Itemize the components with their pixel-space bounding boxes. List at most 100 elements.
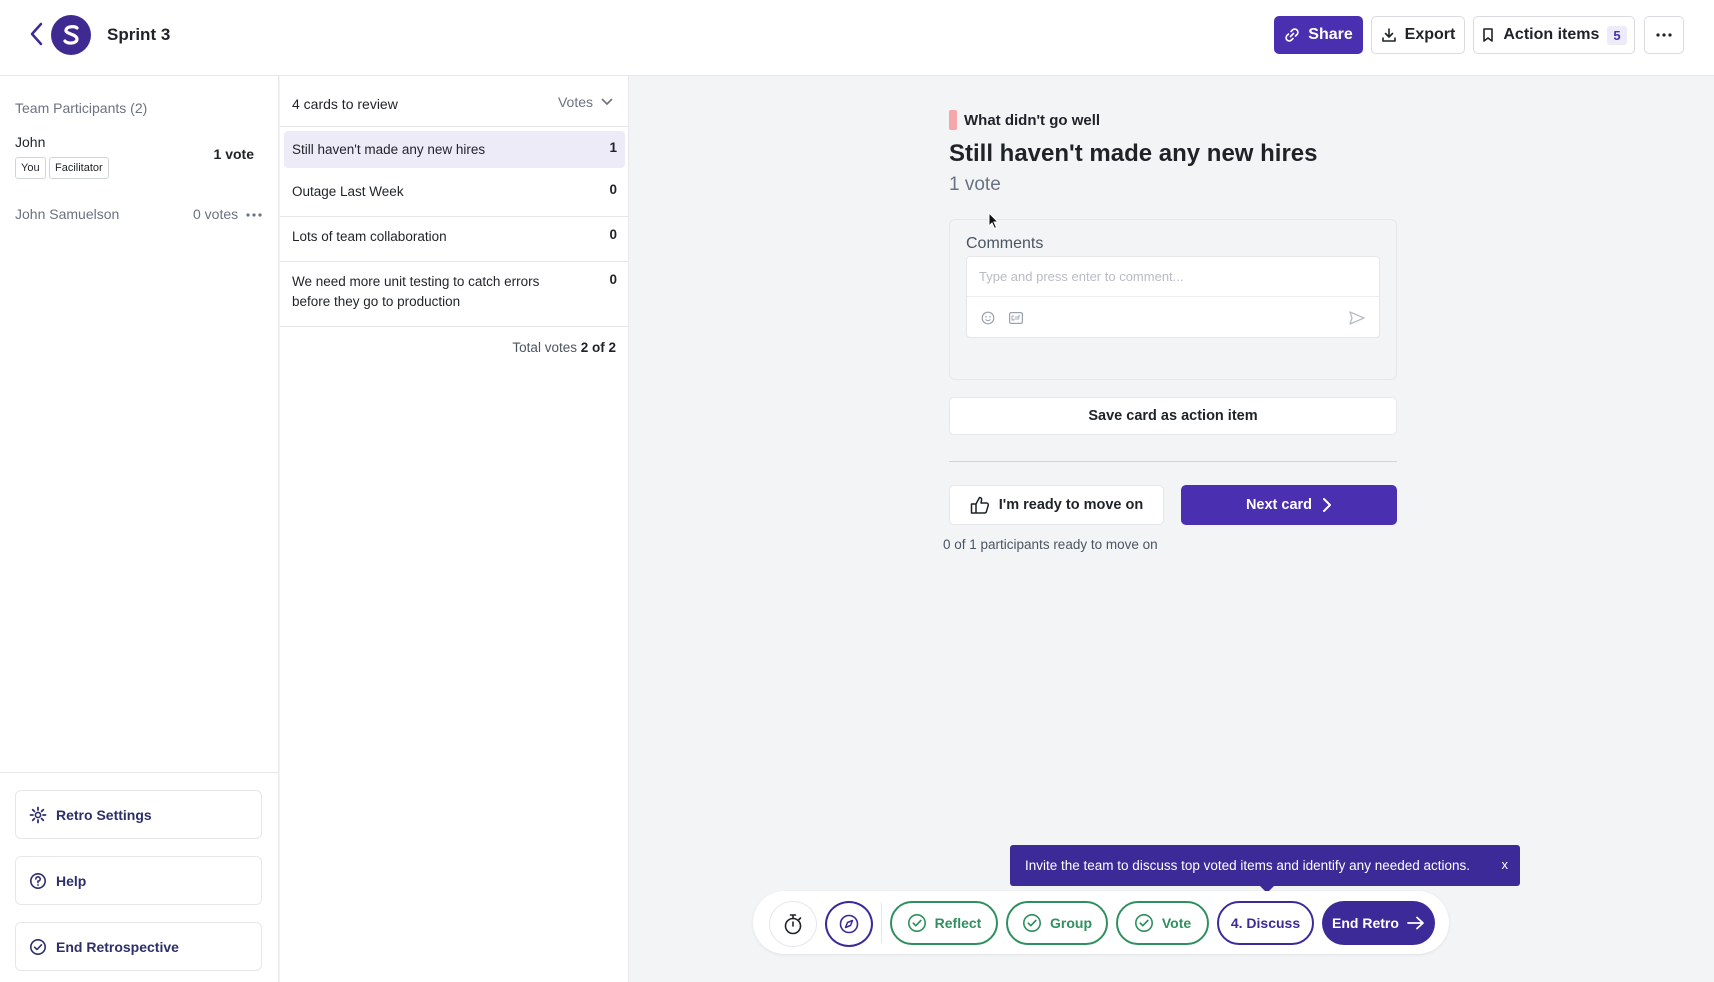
participants-panel: Team Participants (2) John You Facilitat… — [0, 76, 279, 982]
retro-title: Sprint 3 — [107, 25, 171, 44]
export-button[interactable]: Export — [1371, 16, 1465, 54]
link-icon — [1285, 28, 1299, 42]
card-column-label: What didn't go well — [949, 110, 1100, 130]
cards-review-panel: 4 cards to review Votes Still haven't ma… — [280, 76, 629, 982]
gif-icon[interactable] — [1009, 312, 1023, 324]
help-circle-icon — [30, 872, 46, 889]
action-items-label: Action items — [1503, 26, 1600, 43]
stage-separator — [881, 903, 882, 943]
card-list-item-title: Outage Last Week — [292, 184, 404, 199]
stopwatch-icon — [784, 914, 802, 935]
comment-composer — [966, 256, 1380, 338]
discuss-hint-tooltip: Invite the team to discuss top voted ite… — [1010, 845, 1520, 893]
ready-status-text: 0 of 1 participants ready to move on — [943, 537, 1158, 552]
retro-settings-button[interactable]: Retro Settings — [15, 790, 262, 839]
check-circle-icon — [1023, 914, 1041, 932]
top-header: Sprint 3 Share Export Action items 5 — [0, 0, 1714, 76]
stage-reflect-label: Reflect — [934, 915, 982, 931]
next-card-button[interactable]: Next card — [1181, 485, 1397, 525]
total-votes-label: Total votes — [512, 340, 577, 355]
end-retro-button[interactable]: End Retro — [1322, 901, 1435, 945]
total-votes-value: 2 of 2 — [580, 340, 616, 355]
stage-vote[interactable]: Vote — [1116, 901, 1209, 945]
sort-select[interactable]: Votes — [558, 94, 613, 110]
cards-count-title: 4 cards to review — [292, 96, 398, 112]
download-icon — [1381, 28, 1396, 42]
more-options-button[interactable] — [1644, 16, 1684, 54]
facilitation-guide-button[interactable] — [825, 901, 873, 947]
card-list-item-votes: 1 — [609, 140, 617, 155]
end-retro-label: End Retro — [1332, 915, 1399, 931]
facilitator-tag: Facilitator — [49, 157, 109, 179]
panel-divider — [0, 772, 279, 773]
help-label: Help — [56, 872, 87, 889]
card-list-item-selected[interactable]: Still haven't made any new hires 1 — [284, 131, 625, 168]
card-list-item[interactable]: We need more unit testing to catch error… — [280, 262, 629, 327]
thumbs-up-icon — [970, 496, 989, 514]
chevron-down-icon — [601, 98, 613, 105]
participants-title: Team Participants (2) — [15, 100, 148, 116]
stage-navigation-bar: Reflect Group Vote 4. Discuss End Retro — [753, 891, 1449, 954]
participant-votes: 1 vote — [213, 146, 254, 162]
timer-button[interactable] — [769, 901, 817, 947]
compass-icon — [839, 914, 859, 934]
share-button[interactable]: Share — [1274, 16, 1363, 54]
card-column-name: What didn't go well — [964, 111, 1101, 129]
card-list-item-votes: 0 — [609, 272, 617, 287]
comments-section: Comments — [949, 219, 1397, 380]
column-color-swatch — [949, 110, 957, 130]
stage-vote-label: Vote — [1161, 915, 1192, 931]
stage-reflect[interactable]: Reflect — [890, 901, 998, 945]
gear-icon — [29, 806, 47, 823]
emoji-icon[interactable] — [981, 311, 995, 325]
cards-panel-header: 4 cards to review Votes — [280, 76, 629, 127]
total-votes: Total votes 2 of 2 — [512, 340, 616, 355]
more-horizontal-icon — [1656, 33, 1672, 37]
mouse-cursor-icon — [988, 212, 1000, 230]
ready-to-move-on-button[interactable]: I'm ready to move on — [949, 485, 1164, 525]
ready-label: I'm ready to move on — [998, 497, 1144, 513]
card-list-item-votes: 0 — [609, 227, 617, 242]
participant-more-icon[interactable] — [245, 212, 263, 218]
card-list-item-votes: 0 — [609, 182, 617, 197]
share-label: Share — [1308, 26, 1353, 43]
participant-votes: 0 votes — [193, 206, 239, 222]
card-title: Still haven't made any new hires — [949, 140, 1318, 167]
sort-label: Votes — [557, 94, 593, 110]
export-label: Export — [1404, 26, 1456, 43]
stage-discuss[interactable]: 4. Discuss — [1217, 901, 1314, 945]
back-arrow-icon[interactable] — [26, 20, 48, 48]
card-divider — [949, 461, 1397, 462]
tooltip-text: Invite the team to discuss top voted ite… — [1025, 858, 1471, 873]
card-vote-count: 1 vote — [949, 174, 1001, 195]
app-logo — [51, 15, 91, 55]
card-list-item[interactable]: Lots of team collaboration 0 — [280, 217, 629, 262]
end-retrospective-label: End Retrospective — [56, 938, 179, 955]
comments-title: Comments — [966, 235, 1044, 252]
help-button[interactable]: Help — [15, 856, 262, 905]
action-items-button[interactable]: Action items 5 — [1473, 16, 1635, 54]
next-card-label: Next card — [1245, 497, 1313, 513]
card-list-item-title: Still haven't made any new hires — [292, 142, 486, 157]
chevron-right-icon — [1323, 498, 1332, 512]
check-circle-icon — [907, 914, 926, 932]
send-icon[interactable] — [1349, 311, 1365, 325]
you-tag: You — [15, 157, 46, 179]
bookmark-icon — [1483, 28, 1494, 42]
card-list-item-title: We need more unit testing to catch error… — [292, 274, 540, 309]
check-circle-icon — [30, 938, 46, 955]
save-as-action-item-button[interactable]: Save card as action item — [949, 397, 1397, 435]
card-list-item-title: Lots of team collaboration — [292, 229, 447, 244]
check-circle-icon — [1134, 914, 1153, 932]
participant-name: John Samuelson — [15, 206, 120, 222]
comment-input[interactable] — [967, 257, 1379, 297]
participant-name: John — [15, 134, 46, 150]
stage-group[interactable]: Group — [1006, 901, 1108, 945]
retro-settings-label: Retro Settings — [56, 806, 152, 823]
stage-group-label: Group — [1050, 915, 1092, 931]
arrow-right-icon — [1407, 916, 1424, 930]
tooltip-close-button[interactable]: x — [1502, 857, 1509, 872]
action-items-count-badge: 5 — [1607, 25, 1627, 45]
end-retrospective-button[interactable]: End Retrospective — [15, 922, 262, 971]
card-list-item[interactable]: Outage Last Week 0 — [280, 172, 629, 217]
